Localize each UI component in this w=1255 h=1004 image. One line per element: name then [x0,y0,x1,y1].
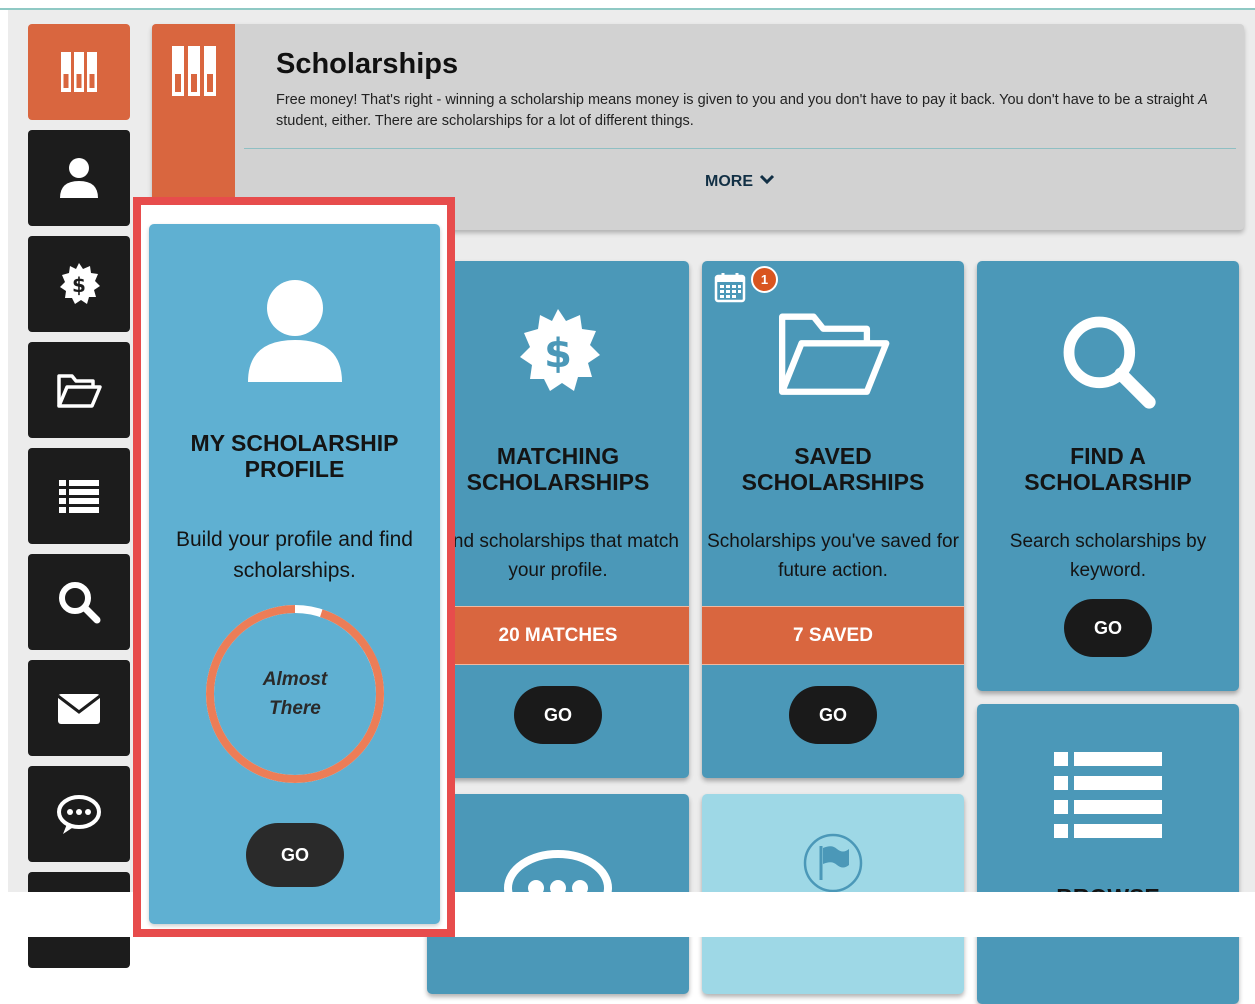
card-title: FIND A SCHOLARSHIP [1024,443,1192,495]
profile-status: Almost There [262,669,328,719]
card-description: Scholarships you've saved for future act… [707,531,959,581]
profile-progress-ring: Almost There [205,604,385,784]
card-saved-scholarships: 1 SAVED SCHOLARSHIPS Scholarships you've … [702,261,964,778]
card-description: Find scholarships that match your profil… [437,531,679,581]
matching-go-button[interactable]: GO [514,686,602,744]
notification-badge: 1 [751,266,778,293]
sidebar-item-messages[interactable] [28,660,130,756]
more-label: MORE [705,173,753,190]
chat-bubble-icon [57,795,101,834]
user-icon [60,158,98,198]
more-toggle[interactable]: MORE [244,172,1236,191]
sidebar-item-chat[interactable] [28,766,130,862]
svg-text:$: $ [72,273,86,297]
saved-go-button[interactable]: GO [789,686,877,744]
card-find-scholarship: FIND A SCHOLARSHIP Search scholarships by… [977,261,1239,691]
find-go-button[interactable]: GO [1064,599,1152,657]
search-icon [59,582,101,624]
sidebar-item-matching[interactable]: $ [28,236,130,332]
chevron-down-icon [759,172,775,190]
page-description: Free money! That's right - winning a sch… [276,92,1208,129]
folder-open-icon [57,374,102,408]
list-icon [977,752,1239,838]
matches-count[interactable]: 20 MATCHES [427,606,689,665]
sidebar-item-profile[interactable] [28,130,130,226]
books-icon [61,52,97,92]
dollar-badge-icon: $ [427,303,689,399]
card-description: Build your profile and find scholarships… [176,528,413,582]
card-description: Search scholarships by keyword. [1009,531,1207,581]
calendar-icon[interactable] [714,271,746,308]
sidebar-item-browse[interactable] [28,448,130,544]
search-icon [977,309,1239,413]
card-browse-scholarships: BROWSE [977,704,1239,1004]
sidebar-item-search[interactable] [28,554,130,650]
saved-count[interactable]: 7 SAVED [702,606,964,665]
books-icon [172,46,216,96]
envelope-icon [57,694,101,724]
card-my-scholarship-profile: MY SCHOLARSHIP PROFILE Build your profil… [149,224,440,924]
flag-icon [702,832,964,894]
user-icon [149,276,440,386]
folder-open-icon [702,307,964,399]
card-title: SAVED SCHOLARSHIPS [741,443,925,495]
list-icon [59,480,99,513]
profile-go-button[interactable]: GO [246,823,344,887]
top-border [0,0,1255,10]
dollar-badge-icon: $ [60,263,100,304]
page-title: Scholarships [276,48,459,80]
card-title: MY SCHOLARSHIP PROFILE [190,430,399,482]
sidebar-item-saved[interactable] [28,342,130,438]
sidebar-item-scholarships-home[interactable] [28,24,130,120]
header-divider [244,148,1236,149]
svg-text:$: $ [544,331,572,377]
card-title: MATCHING SCHOLARSHIPS [466,443,650,495]
card-matching-scholarships: $ MATCHING SCHOLARSHIPS Find scholarships… [427,261,689,778]
